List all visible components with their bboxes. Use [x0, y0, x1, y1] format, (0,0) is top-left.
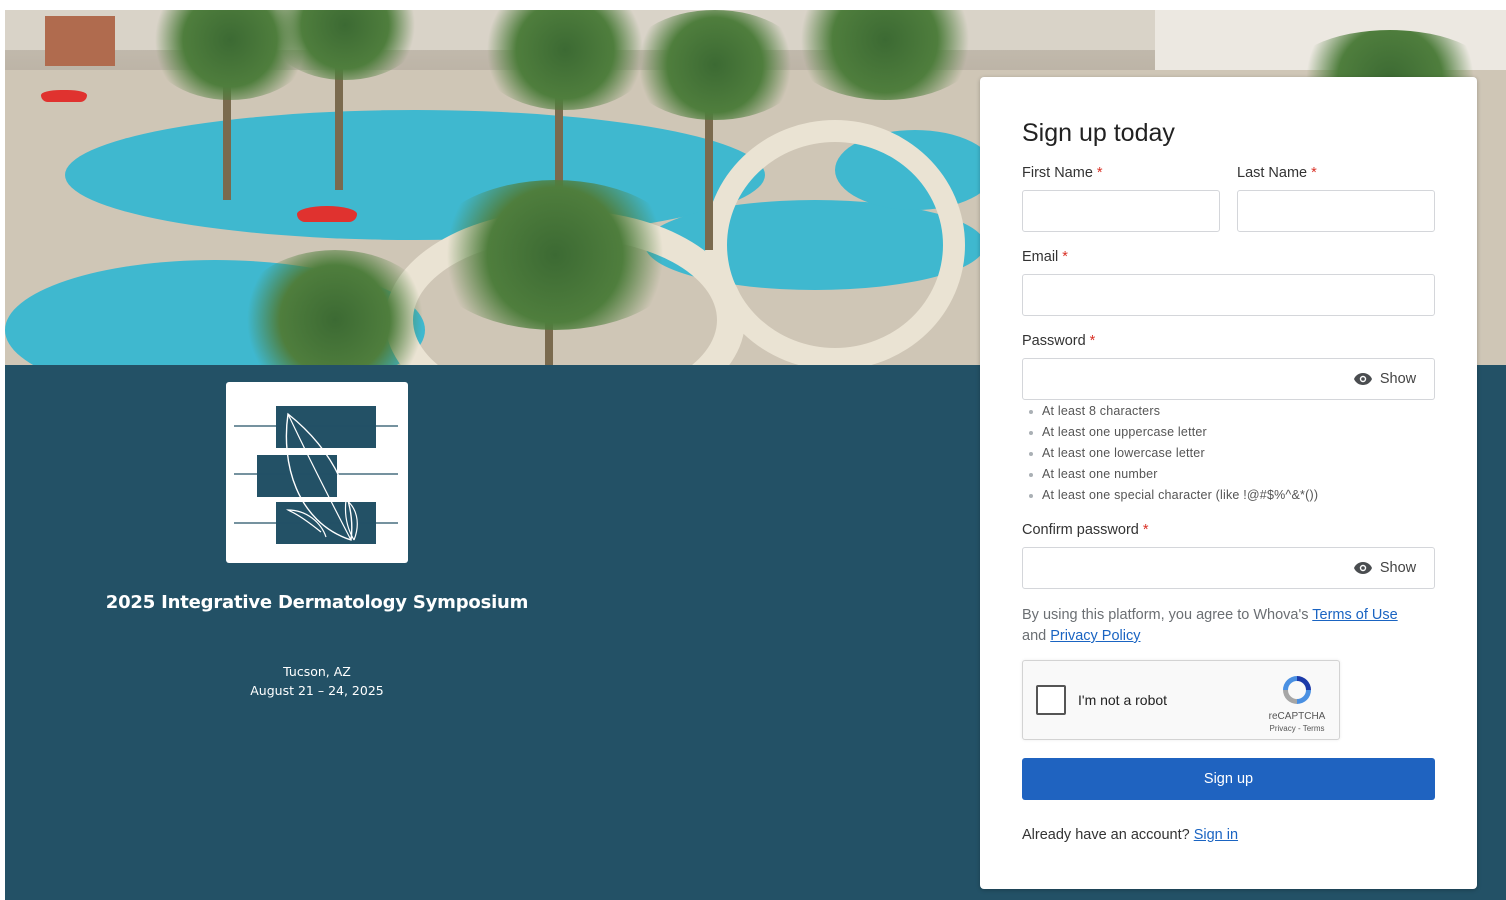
required-mark: *	[1089, 333, 1096, 349]
last-name-field[interactable]	[1237, 190, 1435, 232]
show-label: Show	[1379, 560, 1417, 576]
signin-prompt: Already have an account? Sign in	[1022, 827, 1238, 843]
signup-card: Sign up today First Name * Last Name * Ema…	[980, 77, 1477, 889]
terms-prefix: By using this platform, you agree to Who…	[1022, 607, 1309, 623]
terms-notice: By using this platform, you agree to Who…	[1022, 605, 1442, 647]
recaptcha-separator: -	[1297, 724, 1301, 733]
recaptcha-icon	[1283, 676, 1311, 704]
recaptcha-privacy-link[interactable]: Privacy	[1270, 724, 1296, 733]
page-background: 2025 Integrative Dermatology Symposium T…	[5, 10, 1506, 900]
recaptcha-brand: reCAPTCHA	[1268, 711, 1326, 722]
required-mark: *	[1096, 165, 1103, 181]
password-show-button[interactable]: Show	[1336, 358, 1435, 400]
confirm-password-show-button[interactable]: Show	[1336, 547, 1435, 589]
password-rule: At least one number	[1026, 464, 1318, 485]
password-rule: At least one lowercase letter	[1026, 443, 1318, 464]
confirm-password-field[interactable]	[1022, 547, 1337, 589]
event-dates: August 21 – 24, 2025	[250, 683, 384, 698]
recaptcha-widget: I'm not a robot reCAPTCHA Privacy - Term…	[1022, 660, 1340, 740]
required-mark: *	[1062, 249, 1068, 265]
password-rule: At least 8 characters	[1026, 401, 1318, 422]
privacy-policy-link[interactable]: Privacy Policy	[1050, 628, 1140, 644]
first-name-label: First Name *	[1022, 165, 1103, 181]
show-label: Show	[1379, 371, 1417, 387]
symposium-logo	[234, 406, 398, 544]
recaptcha-terms-link[interactable]: Terms	[1303, 724, 1325, 733]
sign-up-button[interactable]: Sign up	[1022, 758, 1435, 800]
event-location: Tucson, AZ	[283, 664, 351, 679]
event-logo	[226, 382, 408, 563]
terms-of-use-link[interactable]: Terms of Use	[1312, 607, 1397, 623]
password-label: Password *	[1022, 333, 1096, 349]
terms-and: and	[1022, 628, 1047, 644]
required-mark: *	[1142, 522, 1149, 538]
eye-icon	[1353, 373, 1372, 385]
form-title: Sign up today	[1022, 119, 1175, 147]
email-label: Email *	[1022, 249, 1068, 265]
eye-icon	[1353, 562, 1372, 574]
required-mark: *	[1311, 165, 1317, 181]
password-rule: At least one special character (like !@#…	[1026, 485, 1318, 506]
recaptcha-links: Privacy - Terms	[1263, 724, 1331, 733]
signin-prompt-text: Already have an account?	[1022, 827, 1190, 843]
first-name-field[interactable]	[1022, 190, 1220, 232]
recaptcha-checkbox[interactable]	[1036, 685, 1066, 715]
password-field[interactable]	[1022, 358, 1337, 400]
sign-in-link[interactable]: Sign in	[1194, 827, 1238, 843]
last-name-label: Last Name *	[1237, 165, 1317, 181]
password-requirements: At least 8 characters At least one upper…	[1026, 401, 1318, 506]
email-field[interactable]	[1022, 274, 1435, 316]
password-rule: At least one uppercase letter	[1026, 422, 1318, 443]
event-title: 2025 Integrative Dermatology Symposium	[105, 592, 529, 613]
recaptcha-label: I'm not a robot	[1078, 692, 1168, 708]
confirm-password-label: Confirm password *	[1022, 522, 1149, 538]
